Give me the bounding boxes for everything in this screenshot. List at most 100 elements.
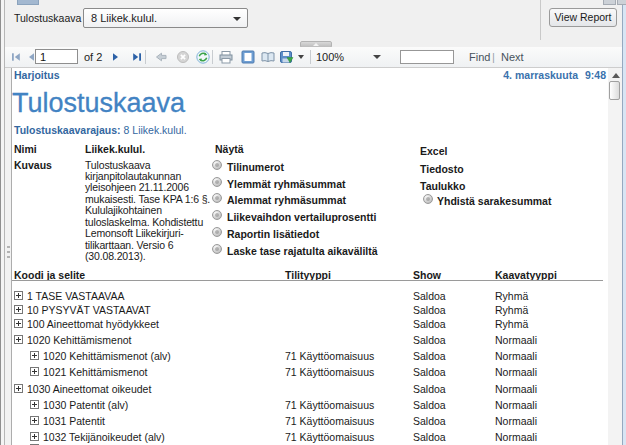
scroll-up-icon[interactable]: [612, 73, 620, 78]
first-page-button[interactable]: [8, 49, 24, 65]
expand-icon[interactable]: [14, 305, 23, 314]
row-formulatype: Ryhmä: [495, 290, 528, 302]
current-page-input[interactable]: 1: [35, 49, 78, 64]
expand-icon[interactable]: [14, 319, 23, 328]
view-report-button[interactable]: View Report: [549, 8, 617, 27]
window-tab-stub: [603, 0, 616, 5]
report-format-dropdown[interactable]: 8 Liikek.kulul.: [83, 8, 248, 28]
report-viewer-window: Tulostuskaava 8 Liikek.kulul. View Repor…: [0, 0, 626, 445]
row-name: 1020 Kehittämismenot (alv): [43, 350, 171, 362]
row-accounttype: 71 Käyttöomaisuus: [285, 431, 374, 443]
row-formulatype: Ryhmä: [495, 304, 528, 316]
merge-columns-label: Yhdistä sarakesummat: [437, 195, 551, 207]
row-formulatype: Normaali: [495, 350, 537, 362]
table-header-underline: [12, 280, 603, 281]
row-show: Saldoa: [413, 399, 446, 411]
merge-columns-radio[interactable]: [423, 194, 433, 204]
parameter-label: Tulostuskaava: [14, 12, 81, 24]
row-name: 1032 Tekijänoikeudet (alv): [43, 431, 165, 443]
file-label: Tiedosto: [420, 163, 464, 175]
expand-icon[interactable]: [30, 351, 39, 360]
show-option-label: Laske tase rajatulta aikaväliltä: [227, 245, 378, 257]
expand-icon[interactable]: [14, 291, 23, 300]
report-page: Harjoitus 4. marraskuuta 9:48 Tulostuska…: [12, 68, 608, 445]
row-show: Saldoa: [413, 431, 446, 443]
chevron-down-icon: [233, 17, 241, 21]
page-count-label: of 2: [84, 51, 102, 63]
row-show: Saldoa: [413, 366, 446, 378]
print-button[interactable]: [218, 49, 234, 65]
print-layout-button[interactable]: [240, 49, 256, 65]
page-setup-button[interactable]: [260, 49, 276, 65]
expand-icon[interactable]: [30, 432, 39, 441]
row-accounttype: 71 Käyttöomaisuus: [285, 366, 374, 378]
expand-icon[interactable]: [30, 416, 39, 425]
find-next-separator: |: [492, 51, 495, 63]
expand-icon[interactable]: [14, 384, 23, 393]
report-company-header: Harjoitus: [14, 69, 60, 81]
table-label: Taulukko: [420, 180, 465, 192]
stop-button[interactable]: [175, 49, 191, 65]
show-option-label: Alemmat ryhmäsummat: [227, 194, 346, 206]
report-date: 4. marraskuuta: [503, 69, 578, 81]
description-label: Kuvaus: [14, 159, 52, 171]
show-option-label: Raportin lisätiedot: [227, 228, 319, 240]
show-option-radio[interactable]: [212, 160, 222, 170]
refresh-button[interactable]: [195, 49, 211, 65]
export-caret-icon[interactable]: [298, 55, 304, 59]
find-next-button[interactable]: Next: [501, 51, 524, 63]
export-button[interactable]: [278, 49, 294, 65]
search-input[interactable]: [400, 50, 454, 64]
row-name: 10 PYSYVÄT VASTAAVAT: [27, 304, 151, 316]
find-button[interactable]: Find: [469, 51, 490, 63]
filter-label: Tulostuskaavarajaus:: [14, 124, 121, 136]
name-value: Liikek.kulul.: [85, 143, 145, 155]
toolbar-divider: [145, 50, 146, 64]
show-option-radio[interactable]: [212, 227, 222, 237]
row-name: 1031 Patentit: [43, 415, 105, 427]
window-left-border-inner: [4, 0, 5, 445]
row-formulatype: Normaali: [495, 334, 537, 346]
dropdown-selected-value: 8 Liikek.kulul.: [91, 12, 157, 24]
toolbar-divider: [212, 50, 213, 64]
next-page-button[interactable]: [108, 49, 124, 65]
show-option-radio[interactable]: [212, 244, 222, 254]
row-name: 1030 Patentit (alv): [43, 399, 128, 411]
document-map-splitter[interactable]: [5, 68, 12, 445]
expand-icon[interactable]: [30, 367, 39, 376]
report-time: 9:48: [585, 69, 606, 81]
row-show: Saldoa: [413, 290, 446, 302]
collapse-arrow-icon: [313, 43, 319, 46]
row-formulatype: Normaali: [495, 431, 537, 443]
row-name: 100 Aineettomat hyödykkeet: [27, 318, 159, 330]
show-section-title: Näytä: [215, 143, 244, 155]
zoom-caret-icon[interactable]: [373, 55, 381, 59]
scrollbar-thumb[interactable]: [609, 81, 620, 100]
vertical-scrollbar[interactable]: [608, 68, 622, 445]
report-toolbar: 1 of 2 100% Find | Next: [5, 47, 622, 68]
row-accounttype: 71 Käyttöomaisuus: [285, 399, 374, 411]
row-accounttype: 71 Käyttöomaisuus: [285, 415, 374, 427]
row-show: Saldoa: [413, 350, 446, 362]
row-name: 1 TASE VASTAAVAA: [27, 290, 124, 302]
row-formulatype: Normaali: [495, 383, 537, 395]
zoom-dropdown[interactable]: 100%: [316, 51, 344, 63]
excel-section-title: Excel: [420, 145, 447, 157]
row-show: Saldoa: [413, 304, 446, 316]
show-option-label: Tilinumerot: [227, 161, 284, 173]
row-formulatype: Normaali: [495, 415, 537, 427]
filter-value: 8 Liikek.kulul.: [124, 124, 187, 136]
row-formulatype: Normaali: [495, 366, 537, 378]
row-name: 1020 Kehittämismenot: [27, 334, 131, 346]
expand-icon[interactable]: [14, 335, 23, 344]
window-tab-stub: [617, 0, 626, 5]
row-show: Saldoa: [413, 318, 446, 330]
last-page-button[interactable]: [129, 49, 145, 65]
show-option-label: Liikevaihdon vertailuprosentti: [227, 211, 376, 223]
show-option-radio[interactable]: [212, 177, 222, 187]
window-right-edge: [622, 0, 626, 445]
expand-icon[interactable]: [30, 400, 39, 409]
row-show: Saldoa: [413, 415, 446, 427]
window-tab-stub: [17, 0, 39, 5]
back-button[interactable]: [153, 49, 169, 65]
